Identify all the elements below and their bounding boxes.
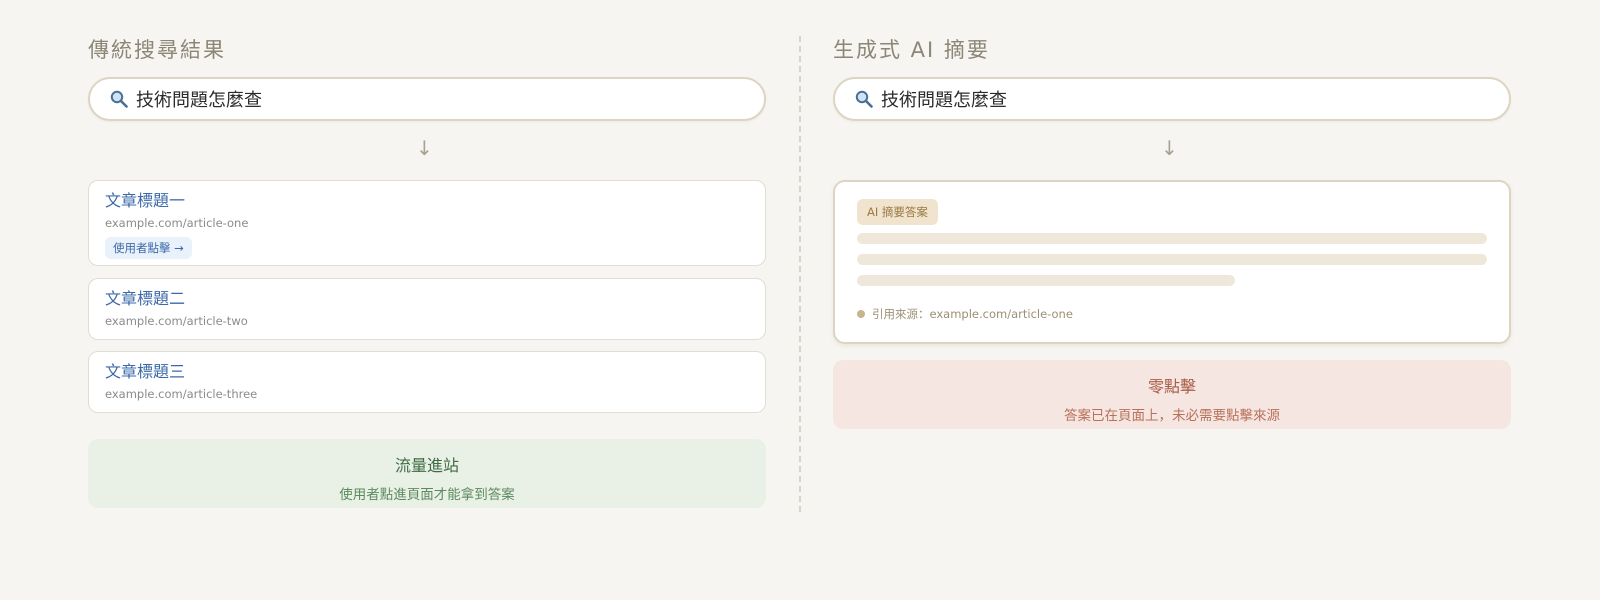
panel-title: 傳統搜尋結果	[88, 38, 226, 62]
user-click-badge: 使用者點擊 →	[105, 237, 192, 259]
result-url: example.com/article-one	[105, 216, 249, 230]
note-subtitle: 使用者點進頁面才能拿到答案	[339, 487, 515, 503]
result-url: example.com/article-three	[105, 387, 258, 401]
ai-summary-card: AI 摘要答案 引用來源：example.com/article-one	[833, 180, 1511, 344]
search-box[interactable]: 技術問題怎麼查	[833, 77, 1511, 121]
magnifier-icon	[855, 90, 873, 108]
magnifier-icon	[110, 90, 128, 108]
dot-icon	[857, 310, 865, 318]
search-box[interactable]: 技術問題怎麼查	[88, 77, 766, 121]
zero-click-note-box: 零點擊 答案已在頁面上，未必需要點擊來源	[833, 360, 1511, 429]
ai-answer-badge: AI 摘要答案	[857, 199, 938, 225]
result-card-3[interactable]: 文章標題三 example.com/article-three	[88, 351, 766, 413]
source-text: 引用來源：example.com/article-one	[872, 307, 1073, 321]
search-query: 技術問題怎麼查	[136, 90, 262, 111]
placeholder-line	[857, 254, 1487, 265]
arrow-down-icon: ↓	[416, 136, 433, 160]
placeholder-line	[857, 233, 1487, 244]
result-title[interactable]: 文章標題三	[105, 361, 749, 383]
note-title: 流量進站	[394, 456, 459, 475]
result-url: example.com/article-two	[105, 314, 248, 328]
note-subtitle: 答案已在頁面上，未必需要點擊來源	[1064, 408, 1280, 424]
result-title[interactable]: 文章標題二	[105, 288, 749, 310]
result-card-2[interactable]: 文章標題二 example.com/article-two	[88, 278, 766, 340]
arrow-down-icon: ↓	[1161, 136, 1178, 160]
placeholder-line	[857, 275, 1235, 286]
result-title[interactable]: 文章標題一	[105, 190, 749, 212]
panel-divider	[799, 36, 801, 512]
search-query: 技術問題怎麼查	[881, 90, 1007, 111]
note-title: 零點擊	[1147, 377, 1196, 396]
citation-source[interactable]: 引用來源：example.com/article-one	[857, 306, 1073, 322]
result-card-1[interactable]: 文章標題一 example.com/article-one 使用者點擊 →	[88, 180, 766, 266]
traffic-note-box: 流量進站 使用者點進頁面才能拿到答案	[88, 439, 766, 508]
panel-title: 生成式 AI 摘要	[833, 38, 990, 62]
